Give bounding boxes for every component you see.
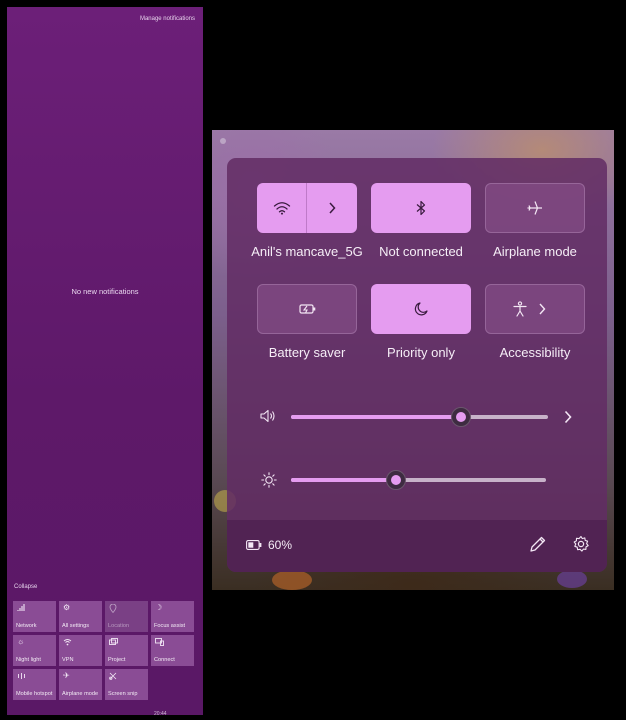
wifi-label: Anil's mancave_5G xyxy=(251,244,363,259)
tile-night-light[interactable]: ☼ Night light xyxy=(13,635,56,666)
tile-label: Connect xyxy=(154,657,175,663)
priority-label: Priority only xyxy=(387,345,455,360)
tile-focus-assist[interactable]: ☽ Focus assist xyxy=(151,601,194,632)
wallpaper-flower xyxy=(557,570,587,588)
focus-assist-toggle[interactable] xyxy=(371,284,471,334)
quick-settings-panel: Anil's mancave_5G Not connected Airplane… xyxy=(227,158,607,572)
tile-label: Airplane mode xyxy=(62,691,99,697)
wallpaper-flower xyxy=(272,570,312,590)
accessibility-toggle[interactable] xyxy=(485,284,585,334)
volume-fill xyxy=(291,415,461,419)
tile-network[interactable]: Network xyxy=(13,601,56,632)
tile-project[interactable]: Project xyxy=(105,635,148,666)
battery-icon xyxy=(246,540,262,550)
quick-settings-window: Anil's mancave_5G Not connected Airplane… xyxy=(212,130,614,590)
volume-slider[interactable] xyxy=(291,407,548,427)
volume-thumb[interactable] xyxy=(450,407,471,427)
partial-clock-text: 20:44 xyxy=(154,711,167,717)
tile-label: Location xyxy=(108,623,130,629)
wallpaper-detail xyxy=(220,138,226,144)
project-icon xyxy=(109,638,118,648)
no-notifications-text: No new notifications xyxy=(71,287,139,296)
tile-screen-snip[interactable]: Screen snip xyxy=(105,669,148,700)
hotspot-icon xyxy=(17,672,26,682)
battery-status[interactable]: 60% xyxy=(246,538,292,552)
snip-icon xyxy=(109,672,118,682)
settings-button[interactable] xyxy=(572,535,590,558)
speaker-icon[interactable] xyxy=(260,409,276,428)
tile-vpn[interactable]: VPN xyxy=(59,635,102,666)
network-icon xyxy=(17,604,26,614)
wifi-toggle[interactable] xyxy=(257,183,357,233)
bluetooth-label: Not connected xyxy=(379,244,463,259)
tile-label: Mobile hotspot xyxy=(16,691,53,697)
brightness-icon xyxy=(261,472,277,493)
bluetooth-icon xyxy=(371,183,471,233)
battery-saver-icon xyxy=(258,285,356,333)
collapse-link[interactable]: Collapse xyxy=(14,584,37,590)
chevron-right-icon xyxy=(329,202,336,214)
gear-icon: ⚙ xyxy=(63,603,71,612)
accessibility-label: Accessibility xyxy=(499,345,571,360)
tile-label: Project xyxy=(108,657,126,663)
accessibility-icon xyxy=(494,285,564,333)
moon-icon xyxy=(371,284,471,334)
chevron-right-icon xyxy=(539,303,546,315)
bluetooth-toggle[interactable] xyxy=(371,183,471,233)
tile-location[interactable]: Location xyxy=(105,601,148,632)
tile-label: Night light xyxy=(16,657,41,663)
connect-icon xyxy=(155,638,164,648)
brightness-slider[interactable] xyxy=(291,470,546,490)
location-icon xyxy=(109,603,117,615)
audio-output-button[interactable] xyxy=(563,410,573,429)
tile-mobile-hotspot[interactable]: Mobile hotspot xyxy=(13,669,56,700)
brightness-thumb[interactable] xyxy=(385,470,406,490)
tile-all-settings[interactable]: ⚙ All settings xyxy=(59,601,102,632)
edit-quick-settings-button[interactable] xyxy=(529,535,547,558)
tile-label: Network xyxy=(16,623,37,629)
moon-icon: ☽ xyxy=(155,603,163,612)
quick-settings-footer: 60% xyxy=(227,520,607,572)
tile-label: VPN xyxy=(62,657,74,663)
quick-actions-grid: Network ⚙ All settings Location ☽ Focus … xyxy=(13,601,203,700)
gear-icon xyxy=(573,535,589,552)
manage-notifications-link[interactable]: Manage notifications xyxy=(140,16,195,22)
action-center: Manage notifications No new notification… xyxy=(7,7,203,717)
tile-label: Screen snip xyxy=(108,691,138,697)
battery-saver-toggle[interactable] xyxy=(257,284,357,334)
battery-percent: 60% xyxy=(268,538,293,552)
airplane-mode-toggle[interactable] xyxy=(485,183,585,233)
tile-connect[interactable]: Connect xyxy=(151,635,194,666)
tile-airplane-mode[interactable]: ✈ Airplane mode xyxy=(59,669,102,700)
brightness-icon: ☼ xyxy=(17,637,25,646)
chevron-right-icon xyxy=(564,410,572,424)
airplane-mode-label: Airplane mode xyxy=(493,244,577,259)
vpn-icon xyxy=(63,638,72,648)
wifi-icon xyxy=(257,183,307,233)
tile-label: Focus assist xyxy=(154,623,186,629)
airplane-icon xyxy=(486,184,584,232)
airplane-icon: ✈ xyxy=(63,671,70,680)
brightness-fill xyxy=(291,478,396,482)
wifi-expand-button[interactable] xyxy=(306,183,357,233)
tile-label: All settings xyxy=(62,623,90,629)
battery-saver-label: Battery saver xyxy=(268,345,346,360)
pencil-icon xyxy=(530,536,546,552)
